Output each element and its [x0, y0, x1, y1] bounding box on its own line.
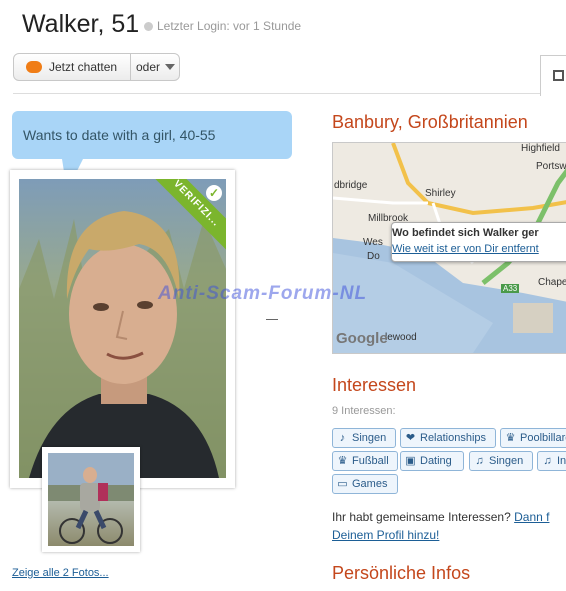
interest-tag-relationships[interactable]: ❤ Relationships [400, 428, 496, 448]
profile-tab[interactable] [540, 55, 566, 96]
thumbnail-image[interactable] [48, 453, 134, 546]
common-interests-prompt: Ihr habt gemeinsame Interessen? Dann f D… [332, 508, 566, 544]
road-sign-label: A33 [501, 284, 520, 293]
looking-for-text: Wants to date with a girl, 40-55 [23, 127, 216, 143]
main-profile-photo[interactable]: VERIFIZI... ✓ [10, 170, 235, 488]
trophy-icon: ♛ [505, 432, 516, 444]
guitar-icon: ♫ [543, 455, 552, 467]
chat-button-group: Jetzt chatten oder [13, 53, 180, 81]
map-place-label: Chape [538, 277, 566, 288]
briefcase-icon: ▣ [405, 455, 416, 467]
heart-icon: ❤ [405, 432, 416, 444]
map-info-popup: Wo befindet sich Walker ger Wie weit ist… [391, 222, 566, 262]
common-interests-text: Ihr habt gemeinsame Interessen? [332, 510, 511, 524]
music-note-icon: ♪ [339, 432, 346, 444]
more-options-dropdown[interactable]: oder [136, 54, 160, 80]
interest-tag-singen[interactable]: ♪ Singen [332, 428, 396, 448]
personal-info-heading: Persönliche Infos [332, 563, 471, 583]
map-popup-title: Wo befindet sich Walker ger [392, 227, 539, 239]
show-all-photos-link[interactable]: Zeige alle 2 Fotos... [12, 567, 109, 579]
interest-tag-games[interactable]: ▭ Games [332, 474, 398, 494]
interest-tag-singen-2[interactable]: ♫ Singen [469, 451, 533, 471]
last-login-text: Letzter Login: vor 1 Stunde [157, 19, 302, 33]
add-interests-link[interactable]: Dann f [514, 510, 549, 524]
map-place-label: Shirley [425, 188, 456, 199]
map-place-label: Wes [363, 237, 383, 248]
header-divider [13, 93, 540, 94]
interest-tag-poolbillard[interactable]: ♛Poolbillard [500, 428, 566, 448]
interests-heading: Interessen [332, 375, 417, 395]
chevron-down-icon[interactable] [165, 64, 175, 70]
divider-dash [266, 319, 278, 320]
map-place-label: Do [367, 251, 380, 262]
interest-tag-fussball[interactable]: ♛ Fußball [332, 451, 398, 471]
online-status-icon [144, 22, 153, 31]
interests-count: 9 Interessen: [332, 405, 396, 417]
chat-now-button[interactable]: Jetzt chatten [14, 54, 131, 80]
distance-link[interactable]: Wie weit ist er von Dir entfernt [392, 243, 539, 255]
document-icon [553, 70, 564, 81]
add-interests-link-continued[interactable]: Deinem Profil hinzu! [332, 528, 439, 542]
watermark-text: Anti-Scam-Forum-NL [158, 283, 368, 304]
profile-name: Walker, 51 [22, 10, 140, 38]
map-place-label: lewood [385, 332, 417, 343]
looking-for-bubble: Wants to date with a girl, 40-55 [12, 111, 292, 191]
chat-bubble-icon [26, 61, 42, 73]
interest-tag-dating[interactable]: ▣ Dating [400, 451, 464, 471]
tv-icon: ▭ [337, 478, 348, 490]
photo-thumbnail[interactable] [42, 447, 140, 552]
map-place-label: Highfield [521, 143, 560, 154]
bike-photo-illustration [48, 453, 134, 544]
last-login: Letzter Login: vor 1 Stunde [144, 19, 301, 33]
checkmark-icon: ✓ [206, 185, 222, 201]
interest-tag-in[interactable]: ♫ In [537, 451, 566, 471]
map-place-label: Portsw [536, 161, 566, 172]
map-place-label: dbridge [334, 180, 368, 191]
google-logo: Google [336, 330, 388, 347]
portrait-illustration [19, 211, 226, 478]
location-title: Banbury, Großbritannien [332, 112, 528, 132]
chat-now-label: Jetzt chatten [49, 60, 118, 74]
guitar-icon: ♫ [475, 455, 484, 467]
trophy-icon: ♛ [337, 455, 348, 467]
profile-photo-image[interactable]: VERIFIZI... ✓ [19, 179, 226, 478]
